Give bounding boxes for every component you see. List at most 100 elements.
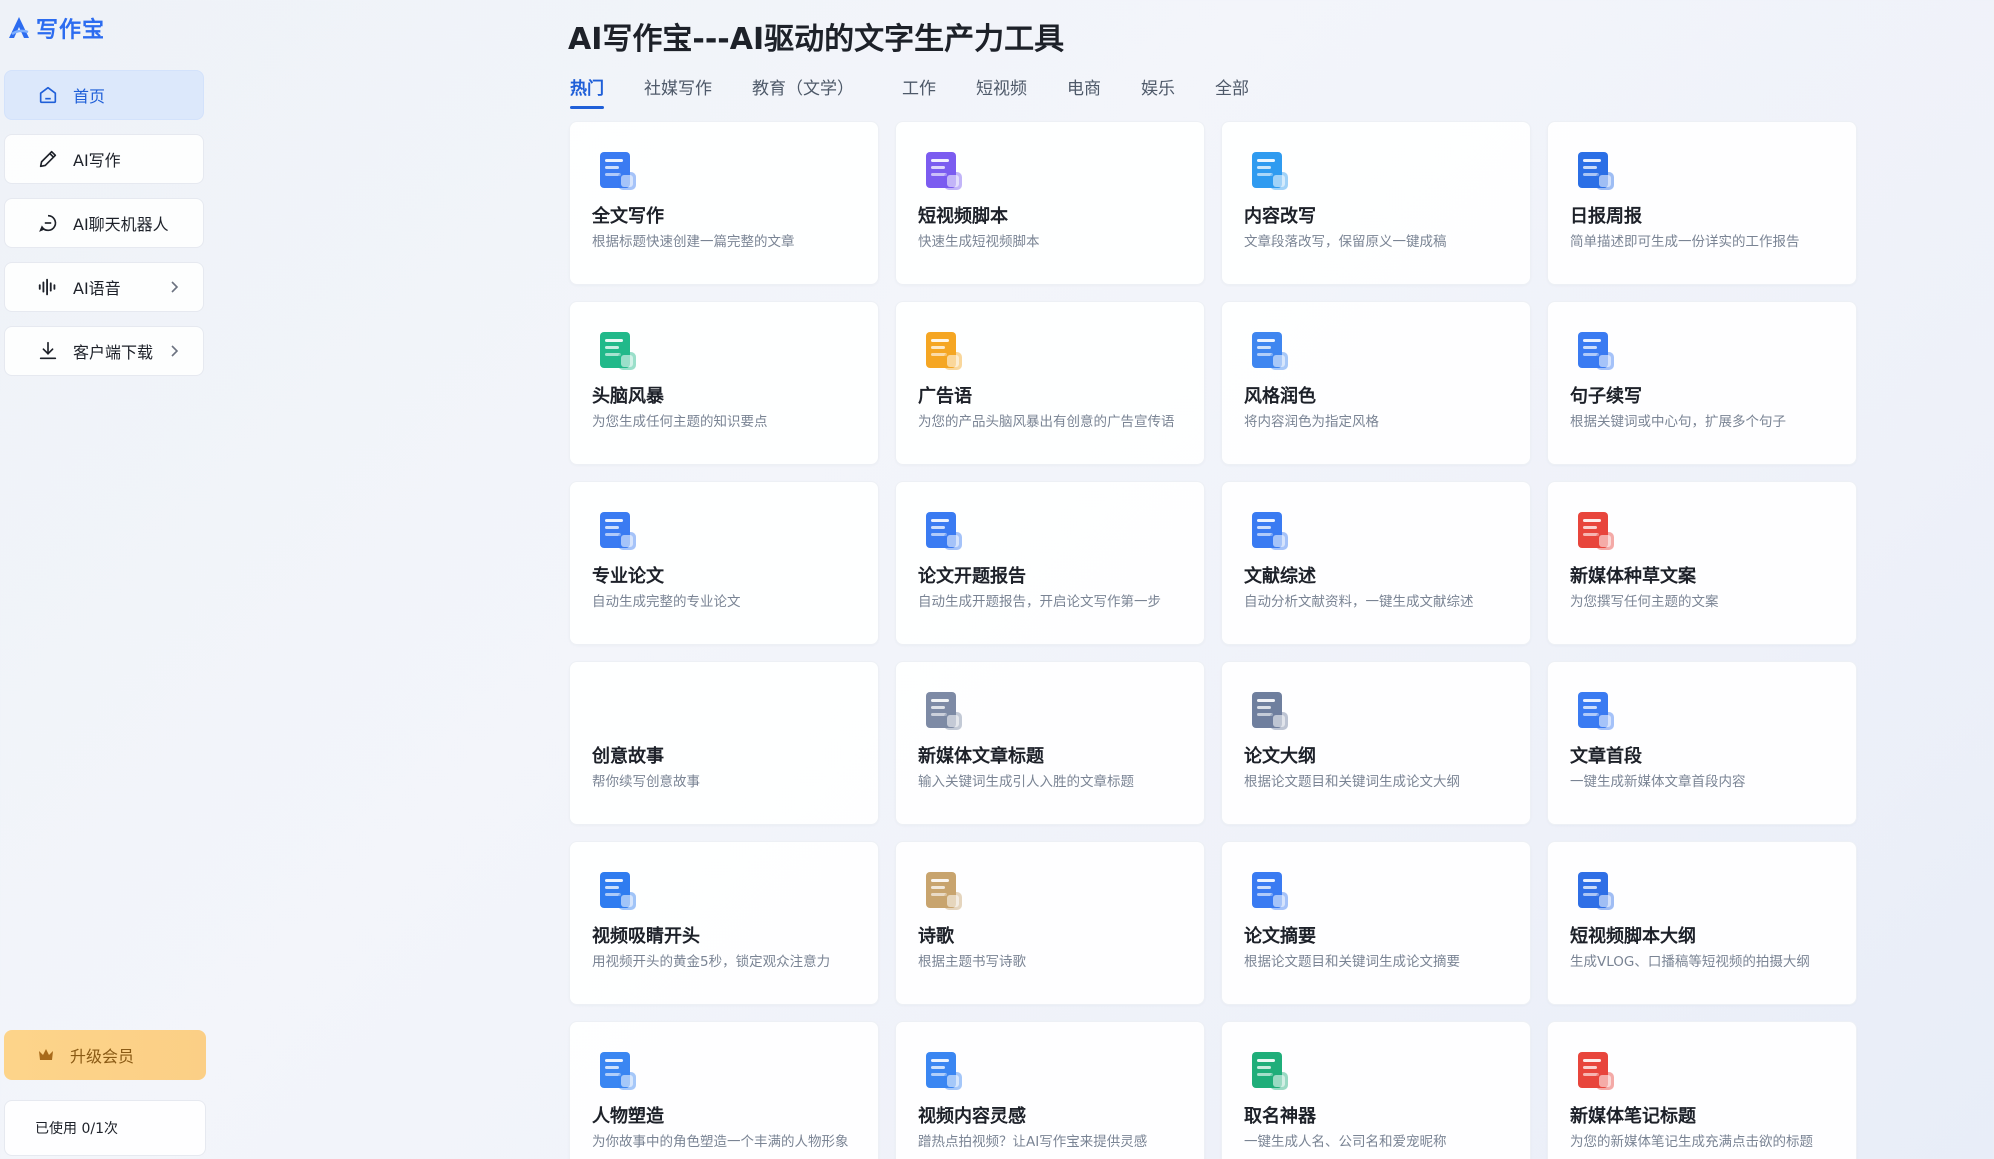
tool-card-title: 文献综述 bbox=[1244, 566, 1316, 587]
category-tabs: 热门 社媒写作 教育（文学） 工作 短视频 电商 娱乐 全部 bbox=[570, 74, 1249, 109]
paragraph-icon bbox=[1578, 692, 1614, 730]
tab-ecommerce[interactable]: 电商 bbox=[1067, 74, 1101, 109]
tool-card-title: 取名神器 bbox=[1244, 1106, 1316, 1127]
tool-card[interactable]: 广告语 为您的产品头脑风暴出有创意的广告宣传语 bbox=[895, 301, 1205, 465]
tool-card-title: 句子续写 bbox=[1570, 386, 1642, 407]
tool-card[interactable]: 文献综述 自动分析文献资料，一键生成文献综述 bbox=[1221, 481, 1531, 645]
tool-card[interactable]: 新媒体种草文案 为您撰写任何主题的文案 bbox=[1547, 481, 1857, 645]
folder-icon bbox=[1252, 332, 1288, 370]
idea-video-icon bbox=[926, 1052, 962, 1090]
home-icon bbox=[39, 86, 57, 104]
sentence-icon bbox=[1578, 332, 1614, 370]
chevron-right-icon bbox=[171, 281, 179, 293]
tool-card[interactable]: 论文摘要 根据论文题目和关键词生成论文摘要 bbox=[1221, 841, 1531, 1005]
tool-card-title: 新媒体笔记标题 bbox=[1570, 1106, 1696, 1127]
tool-card[interactable]: 论文大纲 根据论文题目和关键词生成论文大纲 bbox=[1221, 661, 1531, 825]
tab-social-media[interactable]: 社媒写作 bbox=[644, 74, 712, 109]
upgrade-membership-button[interactable]: 升级会员 bbox=[4, 1030, 206, 1080]
tool-card[interactable]: 内容改写 文章段落改写，保留原义一键成稿 bbox=[1221, 121, 1531, 285]
tool-card[interactable]: 新媒体文章标题 输入关键词生成引人入胜的文章标题 bbox=[895, 661, 1205, 825]
audio-wave-icon bbox=[38, 278, 56, 296]
tool-card[interactable]: 短视频脚本 快速生成短视频脚本 bbox=[895, 121, 1205, 285]
tool-card[interactable]: 短视频脚本大纲 生成VLOG、口播稿等短视频的拍摄大纲 bbox=[1547, 841, 1857, 1005]
logo-icon bbox=[9, 17, 29, 38]
sidebar-item-ai-chatbot[interactable]: AI聊天机器人 bbox=[4, 198, 204, 248]
sidebar-item-home[interactable]: 首页 bbox=[4, 70, 204, 120]
tool-card-description: 将内容润色为指定风格 bbox=[1244, 414, 1379, 430]
tool-card[interactable]: 视频吸睛开头用视频开头的黄金5秒，锁定观众注意力 bbox=[569, 841, 879, 1005]
tool-card[interactable]: 全文写作根据标题快速创建一篇完整的文章 bbox=[569, 121, 879, 285]
tool-card[interactable]: 论文开题报告自动生成开题报告，开启论文写作第一步 bbox=[895, 481, 1205, 645]
sidebar-item-ai-voice[interactable]: AI语音 bbox=[4, 262, 204, 312]
code-icon bbox=[1578, 872, 1614, 910]
tab-all[interactable]: 全部 bbox=[1215, 74, 1249, 109]
abstract-icon bbox=[1252, 872, 1288, 910]
download-icon bbox=[39, 341, 57, 360]
sidebar-item-label: 客户端下载 bbox=[73, 343, 154, 362]
document-icon bbox=[600, 152, 636, 190]
chat-icon bbox=[39, 214, 57, 232]
tool-card-description: 根据标题快速创建一篇完整的文章 bbox=[592, 234, 795, 250]
tool-card[interactable]: 诗歌 根据主题书写诗歌 bbox=[895, 841, 1205, 1005]
tool-card-description: 一键生成人名、公司名和爱宠昵称 bbox=[1244, 1134, 1447, 1150]
book-icon bbox=[1578, 512, 1614, 550]
tab-work[interactable]: 工作 bbox=[902, 74, 936, 109]
tool-card-title: 短视频脚本 bbox=[918, 206, 1008, 227]
mindmap-icon bbox=[600, 332, 636, 370]
tool-card-description: 为你故事中的角色塑造一个丰满的人物形象 bbox=[592, 1134, 849, 1150]
tool-card-title: 论文摘要 bbox=[1244, 926, 1316, 947]
tool-card-title: 视频吸睛开头 bbox=[592, 926, 700, 947]
tool-card-title: 风格润色 bbox=[1244, 386, 1316, 407]
tool-card-title: 文章首段 bbox=[1570, 746, 1642, 767]
tool-card-title: 视频内容灵感 bbox=[918, 1106, 1026, 1127]
tab-short-video[interactable]: 短视频 bbox=[976, 74, 1027, 109]
tool-card[interactable]: 新媒体笔记标题 为您的新媒体笔记生成充满点击欲的标题 bbox=[1547, 1021, 1857, 1159]
tool-card-title: 全文写作 bbox=[592, 206, 664, 227]
tool-card-description: 自动生成完整的专业论文 bbox=[592, 594, 741, 610]
tool-card[interactable]: 头脑风暴 为您生成任何主题的知识要点 bbox=[569, 301, 879, 465]
tool-card[interactable]: 创意故事 帮你续写创意故事 bbox=[569, 661, 879, 825]
literature-icon bbox=[1252, 512, 1288, 550]
tool-card-title: 头脑风暴 bbox=[592, 386, 664, 407]
pen-icon bbox=[39, 150, 57, 168]
tool-card-title: 日报周报 bbox=[1570, 206, 1642, 227]
tool-card-title: 专业论文 bbox=[592, 566, 664, 587]
sidebar-item-ai-writing[interactable]: AI写作 bbox=[4, 134, 204, 184]
logo[interactable]: 写作宝 bbox=[6, 12, 105, 44]
tab-hot[interactable]: 热门 bbox=[570, 74, 604, 109]
tool-card-title: 新媒体种草文案 bbox=[1570, 566, 1696, 587]
tab-education[interactable]: 教育（文学） bbox=[752, 74, 854, 109]
tool-card[interactable]: 取名神器一键生成人名、公司名和爱宠昵称 bbox=[1221, 1021, 1531, 1159]
tool-card[interactable]: 句子续写 根据关键词或中心句，扩展多个句子 bbox=[1547, 301, 1857, 465]
tool-card[interactable]: 人物塑造为你故事中的角色塑造一个丰满的人物形象 bbox=[569, 1021, 879, 1159]
crown-icon bbox=[39, 1049, 53, 1060]
tool-card[interactable]: 日报周报 简单描述即可生成一份详实的工作报告 bbox=[1547, 121, 1857, 285]
sidebar-item-download[interactable]: 客户端下载 bbox=[4, 326, 204, 376]
tool-card-title: 广告语 bbox=[918, 386, 972, 407]
tool-card[interactable]: 风格润色将内容润色为指定风格 bbox=[1221, 301, 1531, 465]
tool-card-description: 根据主题书写诗歌 bbox=[918, 954, 1026, 970]
tool-card-title: 论文开题报告 bbox=[918, 566, 1026, 587]
chevron-right-icon bbox=[171, 345, 179, 357]
paper-icon bbox=[600, 512, 636, 550]
headline-icon bbox=[926, 692, 962, 730]
tool-card-description: 根据论文题目和关键词生成论文大纲 bbox=[1244, 774, 1460, 790]
tool-card-title: 人物塑造 bbox=[592, 1106, 664, 1127]
tool-card-description: 用视频开头的黄金5秒，锁定观众注意力 bbox=[592, 954, 831, 970]
usage-text: 已使用 0/1次 bbox=[35, 1121, 118, 1137]
sidebar-item-label: 首页 bbox=[73, 87, 106, 106]
usage-counter: 已使用 0/1次 bbox=[4, 1100, 206, 1156]
ad-icon bbox=[926, 332, 962, 370]
tool-card-description: 自动生成开题报告，开启论文写作第一步 bbox=[918, 594, 1161, 610]
tab-entertainment[interactable]: 娱乐 bbox=[1141, 74, 1175, 109]
note-tag-icon bbox=[1578, 1052, 1614, 1090]
tool-card-title: 创意故事 bbox=[592, 746, 664, 767]
tool-card-title: 新媒体文章标题 bbox=[918, 746, 1044, 767]
tool-card-grid: 全文写作根据标题快速创建一篇完整的文章 短视频脚本 快速生成短视频脚本 内容改写文… bbox=[569, 121, 1857, 1159]
tool-card[interactable]: 文章首段 一键生成新媒体文章首段内容 bbox=[1547, 661, 1857, 825]
tool-card[interactable]: 专业论文自动生成完整的专业论文 bbox=[569, 481, 879, 645]
tool-card[interactable]: 视频内容灵感 蹭热点拍视频？让AI写作宝来提供灵感 bbox=[895, 1021, 1205, 1159]
page-title: AI写作宝---AI驱动的文字生产力工具 bbox=[568, 22, 1065, 57]
outline-icon bbox=[1252, 692, 1288, 730]
sidebar-item-label: AI聊天机器人 bbox=[73, 215, 169, 234]
